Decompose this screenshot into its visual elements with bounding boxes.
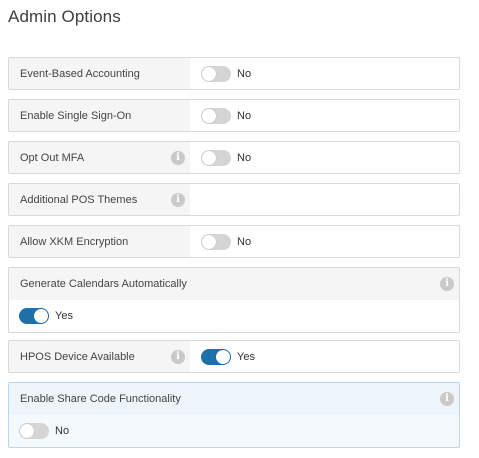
toggle-switch[interactable] (201, 107, 231, 124)
option-label: Opt Out MFA (20, 151, 85, 164)
label-cell: Allow XKM Encryption (9, 226, 190, 257)
hpos-device-toggle[interactable]: Yes (201, 348, 255, 365)
toggle-value: No (237, 109, 252, 122)
option-label: Allow XKM Encryption (20, 235, 129, 248)
toggle-switch[interactable] (19, 308, 49, 324)
label-band: Enable Share Code Functionality i (9, 383, 459, 415)
option-label: Enable Share Code Functionality (20, 393, 181, 405)
admin-options-page: Admin Options Event-Based Accounting No … (0, 0, 479, 458)
option-row-event-based-accounting: Event-Based Accounting No (8, 57, 460, 90)
option-row-additional-pos-themes: Additional POS Themes i (8, 183, 460, 216)
toggle-value: Yes (55, 310, 73, 322)
toggle-switch[interactable] (201, 348, 231, 365)
opt-out-mfa-toggle[interactable]: No (201, 149, 252, 166)
generate-calendars-toggle[interactable]: Yes (19, 308, 73, 324)
share-code-toggle[interactable]: No (19, 423, 69, 439)
toggle-knob (202, 234, 216, 249)
event-based-accounting-toggle[interactable]: No (201, 65, 252, 82)
toggle-switch[interactable] (201, 65, 231, 82)
option-row-generate-calendars: Generate Calendars Automatically i Yes (8, 267, 460, 333)
label-band: Generate Calendars Automatically i (9, 268, 459, 300)
toggle-switch[interactable] (19, 423, 49, 439)
toggle-knob (20, 424, 34, 438)
toggle-value: No (55, 425, 70, 437)
label-cell: HPOS Device Available i (9, 341, 190, 372)
option-label: HPOS Device Available (20, 350, 135, 363)
toggle-knob (216, 349, 230, 364)
toggle-knob (202, 108, 216, 123)
option-row-enable-share-code: Enable Share Code Functionality i No (8, 382, 460, 448)
label-cell: Additional POS Themes i (9, 184, 190, 215)
toggle-switch[interactable] (201, 233, 231, 250)
label-cell: Enable Single Sign-On (9, 100, 190, 131)
toggle-value: No (237, 67, 252, 80)
info-icon[interactable]: i (171, 150, 185, 165)
toggle-value: Yes (237, 350, 255, 363)
option-row-opt-out-mfa: Opt Out MFA i No (8, 141, 460, 174)
option-label: Event-Based Accounting (20, 67, 140, 80)
page-title: Admin Options (8, 7, 121, 26)
option-label: Enable Single Sign-On (20, 109, 132, 122)
info-icon[interactable]: i (440, 277, 454, 291)
info-icon[interactable]: i (171, 349, 185, 364)
info-icon[interactable]: i (440, 392, 454, 406)
info-icon[interactable]: i (171, 192, 185, 207)
toggle-switch[interactable] (201, 149, 231, 166)
toggle-value: No (237, 151, 252, 164)
option-label: Generate Calendars Automatically (20, 278, 187, 290)
toggle-value: No (237, 235, 252, 248)
option-row-allow-xkm-encryption: Allow XKM Encryption No (8, 225, 460, 258)
toggle-knob (34, 309, 48, 323)
toggle-knob (202, 66, 216, 81)
label-cell: Event-Based Accounting (9, 58, 190, 89)
label-cell: Opt Out MFA i (9, 142, 190, 173)
option-row-hpos-device-available: HPOS Device Available i Yes (8, 340, 460, 373)
single-sign-on-toggle[interactable]: No (201, 107, 252, 124)
option-row-enable-single-sign-on: Enable Single Sign-On No (8, 99, 460, 132)
option-label: Additional POS Themes (20, 193, 138, 206)
toggle-knob (202, 150, 216, 165)
xkm-encryption-toggle[interactable]: No (201, 233, 252, 250)
